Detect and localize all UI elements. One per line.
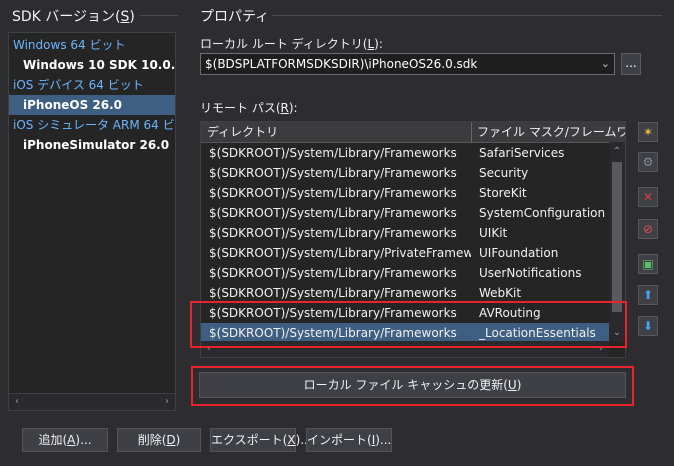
directory-cell: $(SDKROOT)/System/Library/PrivateFramewo… — [209, 246, 471, 260]
properties-header: プロパティ — [200, 9, 270, 25]
table-row[interactable]: $(SDKROOT)/System/Library/Frameworks Stor… — [201, 183, 609, 203]
save-button[interactable]: ▣ — [638, 254, 658, 274]
table-row[interactable]: $(SDKROOT)/System/Library/Frameworks UIKi… — [201, 223, 609, 243]
directory-cell: $(SDKROOT)/System/Library/Frameworks — [209, 146, 457, 160]
delete-path-button[interactable]: ✕ — [638, 187, 658, 207]
file-mask-cell: WebKit — [479, 286, 522, 300]
import-button[interactable]: インポート(I)... — [306, 428, 392, 452]
directory-cell: $(SDKROOT)/System/Library/Frameworks — [209, 226, 457, 240]
delete-button[interactable]: 削除(D) — [117, 428, 201, 452]
delete-path-icon: ✕ — [642, 190, 654, 204]
add-path-button[interactable]: ✶ — [638, 122, 658, 142]
directory-cell: $(SDKROOT)/System/Library/Frameworks — [209, 206, 457, 220]
local-root-dropdown[interactable]: $(BDSPLATFORMSDKSDIR)\iPhoneOS26.0.sdk ⌄ — [200, 53, 615, 75]
table-row[interactable]: $(SDKROOT)/System/Library/PrivateFramewo… — [201, 243, 609, 263]
table-row[interactable]: $(SDKROOT)/System/Library/Frameworks Secu… — [201, 163, 609, 183]
grid-scroll-thumb[interactable] — [612, 162, 622, 312]
file-mask-cell: UserNotifications — [479, 266, 582, 280]
file-mask-cell: SystemConfiguration — [479, 206, 606, 220]
column-divider[interactable] — [471, 122, 472, 142]
local-root-label: ローカル ルート ディレクトリ(L): — [200, 37, 383, 51]
file-mask-cell: Security — [479, 166, 529, 180]
move-up-icon: ⬆ — [642, 288, 654, 302]
column-header-file-mask[interactable]: ファイル マスク/フレームワーク名 — [477, 122, 625, 142]
sdk-version-item[interactable]: Windows 10 SDK 10.0.26100 — [9, 55, 175, 75]
export-button[interactable]: エクスポート(X)... — [210, 428, 312, 452]
disable-button[interactable]: ⊘ — [638, 219, 658, 239]
column-header-directory[interactable]: ディレクトリ — [207, 122, 467, 142]
move-down-button[interactable]: ⬇ — [638, 316, 658, 336]
settings-button[interactable]: ⚙ — [638, 152, 658, 172]
scroll-up-icon[interactable]: ⌃ — [609, 144, 625, 160]
move-up-button[interactable]: ⬆ — [638, 285, 658, 305]
highlight-box-update-button — [191, 366, 634, 406]
header-divider — [272, 15, 662, 16]
header-divider — [140, 15, 178, 16]
sdk-version-item[interactable]: iPhoneSimulator 26.0 — [9, 135, 175, 155]
disable-icon: ⊘ — [642, 222, 654, 236]
sdk-version-item[interactable]: iPhoneOS 26.0 — [9, 95, 175, 115]
chevron-down-icon[interactable]: ⌄ — [601, 54, 610, 74]
table-row[interactable]: $(SDKROOT)/System/Library/Frameworks Safa… — [201, 143, 609, 163]
file-mask-cell: SafariServices — [479, 146, 565, 160]
move-down-icon: ⬇ — [642, 319, 654, 333]
local-root-value: $(BDSPLATFORMSDKSDIR)\iPhoneOS26.0.sdk — [205, 57, 478, 71]
table-row[interactable]: $(SDKROOT)/System/Library/Frameworks WebK… — [201, 283, 609, 303]
add-path-icon: ✶ — [642, 125, 654, 139]
table-row[interactable]: $(SDKROOT)/System/Library/Frameworks User… — [201, 263, 609, 283]
sdk-versions-header: SDK バージョン(S) — [12, 9, 135, 25]
sdk-list-hscrollbar[interactable]: ‹ › — [9, 393, 175, 410]
file-mask-cell: UIKit — [479, 226, 508, 240]
directory-cell: $(SDKROOT)/System/Library/Frameworks — [209, 286, 457, 300]
directory-cell: $(SDKROOT)/System/Library/Frameworks — [209, 166, 457, 180]
settings-icon: ⚙ — [642, 155, 654, 169]
directory-cell: $(SDKROOT)/System/Library/Frameworks — [209, 186, 457, 200]
sdk-group-item[interactable]: iOS デバイス 64 ビット — [9, 75, 175, 95]
file-mask-cell: StoreKit — [479, 186, 527, 200]
sdk-version-list[interactable]: Windows 64 ビットWindows 10 SDK 10.0.26100i… — [8, 32, 176, 411]
table-row[interactable]: $(SDKROOT)/System/Library/Frameworks Syst… — [201, 203, 609, 223]
browse-button[interactable]: ... — [621, 53, 641, 75]
save-icon: ▣ — [642, 257, 654, 271]
grid-header: ディレクトリ ファイル マスク/フレームワーク名 — [201, 122, 625, 143]
file-mask-cell: UIFoundation — [479, 246, 559, 260]
add-button[interactable]: 追加(A)... — [22, 428, 108, 452]
directory-cell: $(SDKROOT)/System/Library/Frameworks — [209, 266, 457, 280]
sdk-group-item[interactable]: Windows 64 ビット — [9, 35, 175, 55]
scroll-left-icon[interactable]: ‹ — [9, 394, 25, 410]
sdk-group-item[interactable]: iOS シミュレータ ARM 64 ビット — [9, 115, 175, 135]
highlight-box-rows — [190, 301, 627, 348]
scroll-right-icon[interactable]: › — [159, 394, 175, 410]
remote-paths-label: リモート パス(R): — [200, 101, 298, 115]
